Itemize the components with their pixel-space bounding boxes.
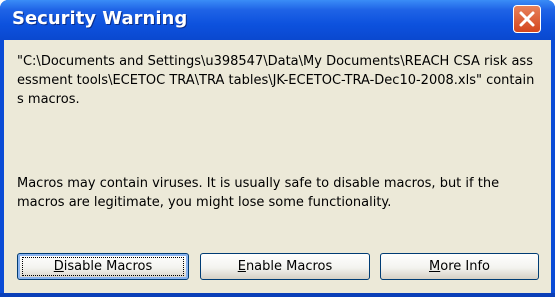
- more-info-button[interactable]: More Info: [380, 253, 539, 280]
- enable-label-rest: nable Macros: [245, 259, 333, 274]
- disable-macros-label: Disable Macros: [54, 259, 152, 274]
- disable-macros-button[interactable]: Disable Macros: [17, 253, 189, 280]
- more-info-label-rest: ore Info: [440, 259, 490, 274]
- close-button[interactable]: [513, 5, 541, 33]
- more-info-mnemonic: M: [429, 259, 441, 274]
- close-icon: [519, 11, 535, 27]
- window-bottom-border: [0, 293, 555, 297]
- dialog-body: "C:\Documents and Settings\u398547\Data\…: [4, 40, 551, 293]
- enable-mnemonic: E: [237, 259, 246, 274]
- macro-warning-text: Macros may contain viruses. It is usuall…: [17, 176, 500, 210]
- enable-macros-button[interactable]: Enable Macros: [200, 253, 370, 280]
- title-bar[interactable]: Security Warning: [0, 0, 555, 40]
- enable-macros-label: Enable Macros: [238, 259, 333, 274]
- security-warning-dialog: Security Warning "C:\Documents and Setti…: [0, 0, 555, 297]
- dialog-title: Security Warning: [12, 8, 188, 29]
- more-info-label: More Info: [429, 259, 490, 274]
- disable-label-rest: isable Macros: [63, 259, 153, 274]
- disable-mnemonic: D: [53, 259, 64, 274]
- file-path-message: "C:\Documents and Settings\u398547\Data\…: [17, 54, 535, 107]
